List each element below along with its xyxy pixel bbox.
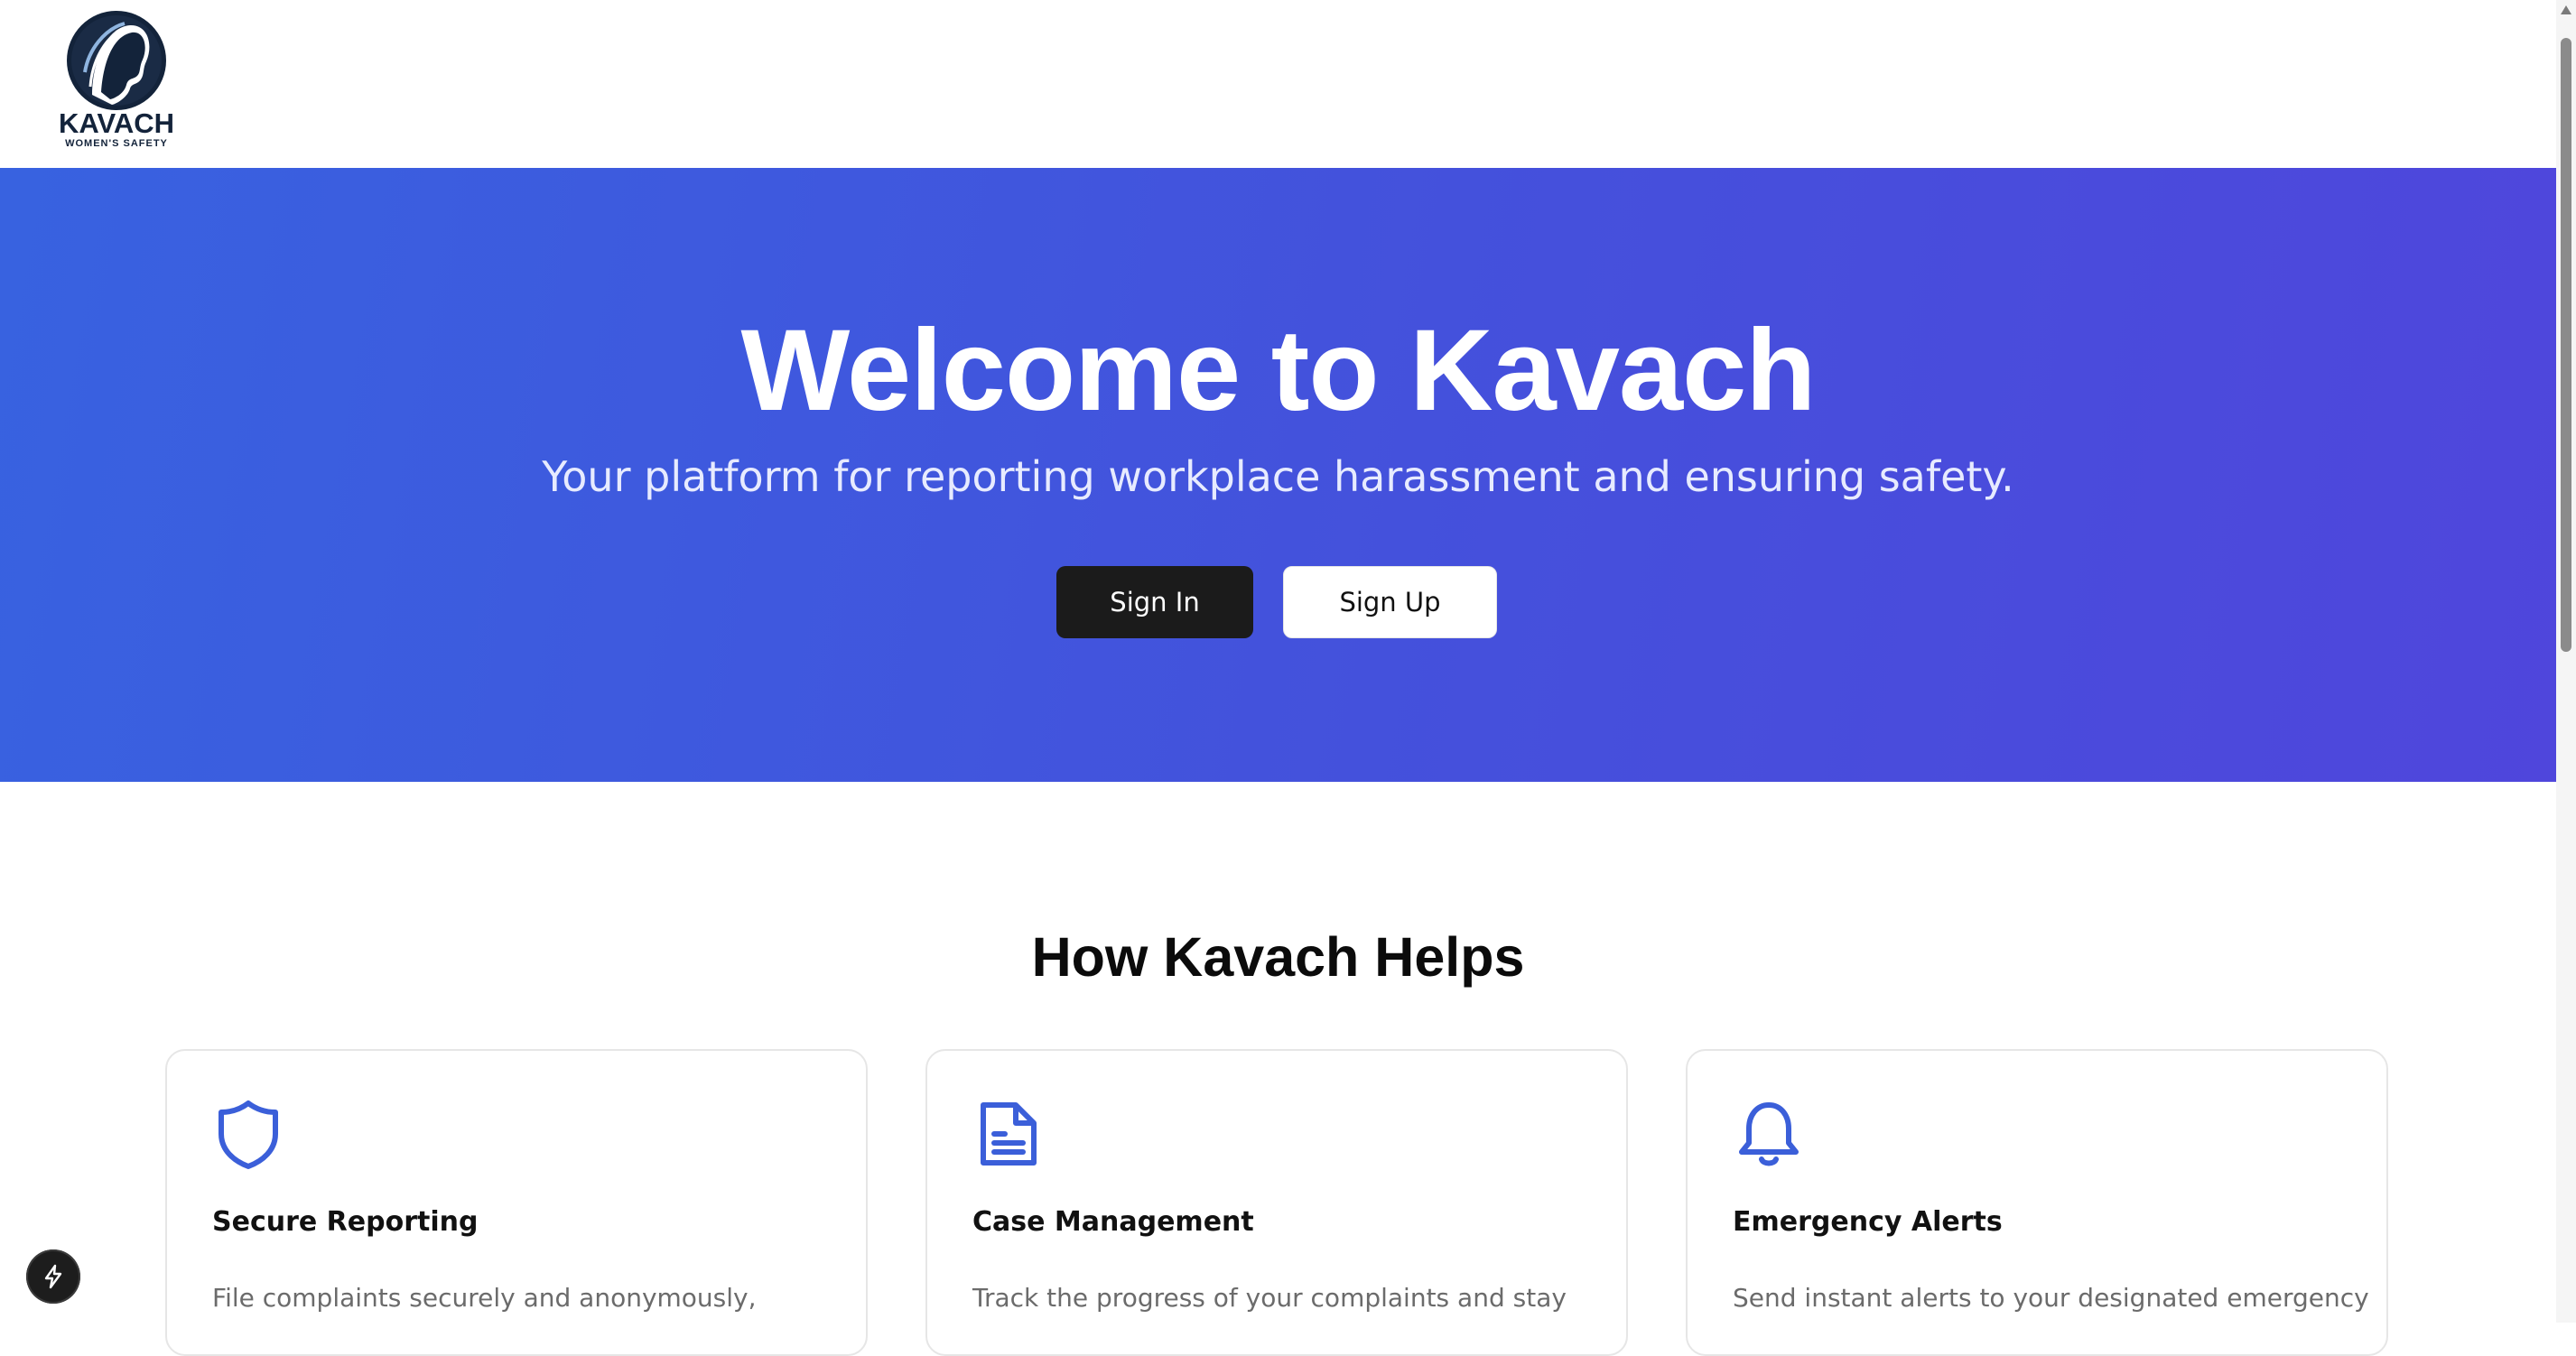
- card-title: Emergency Alerts: [1733, 1206, 2003, 1238]
- site-header: KAVACH WOMEN'S SAFETY: [0, 0, 2556, 168]
- feature-card-emergency-alerts: Emergency Alerts Send instant alerts to …: [1686, 1049, 2388, 1356]
- hero-subtitle: Your platform for reporting workplace ha…: [542, 452, 2014, 501]
- kavach-logo[interactable]: KAVACH WOMEN'S SAFETY: [51, 9, 182, 149]
- document-icon: [981, 1102, 1037, 1166]
- sign-in-button[interactable]: Sign In: [1056, 566, 1253, 638]
- scrollbar-thumb[interactable]: [2561, 38, 2571, 652]
- bell-icon: [1739, 1102, 1799, 1166]
- logo-tagline: WOMEN'S SAFETY: [65, 138, 168, 149]
- logo-wordmark: KAVACH: [58, 107, 174, 139]
- card-title: Case Management: [972, 1206, 1254, 1238]
- card-title: Secure Reporting: [212, 1206, 479, 1238]
- feature-card-case-management: Case Management Track the progress of yo…: [925, 1049, 1628, 1356]
- scroll-up-arrow-icon[interactable]: [2561, 5, 2571, 14]
- card-description: Track the progress of your complaints an…: [972, 1283, 1567, 1313]
- feature-card-secure-reporting: Secure Reporting File complaints securel…: [165, 1049, 868, 1356]
- lightning-icon: [44, 1264, 62, 1289]
- woman-profile-logo-icon: [67, 11, 166, 110]
- card-description: Send instant alerts to your designated e…: [1733, 1283, 2369, 1313]
- hero-title: Welcome to Kavach: [740, 306, 1817, 435]
- hero-banner: Welcome to Kavach Your platform for repo…: [0, 168, 2556, 782]
- card-description: File complaints securely and anonymously…: [212, 1283, 757, 1313]
- floating-action-button[interactable]: [26, 1249, 80, 1304]
- features-section-title: How Kavach Helps: [1031, 926, 1525, 988]
- vertical-scrollbar[interactable]: [2556, 0, 2576, 1323]
- shield-icon: [219, 1101, 278, 1169]
- sign-up-button[interactable]: Sign Up: [1283, 566, 1497, 638]
